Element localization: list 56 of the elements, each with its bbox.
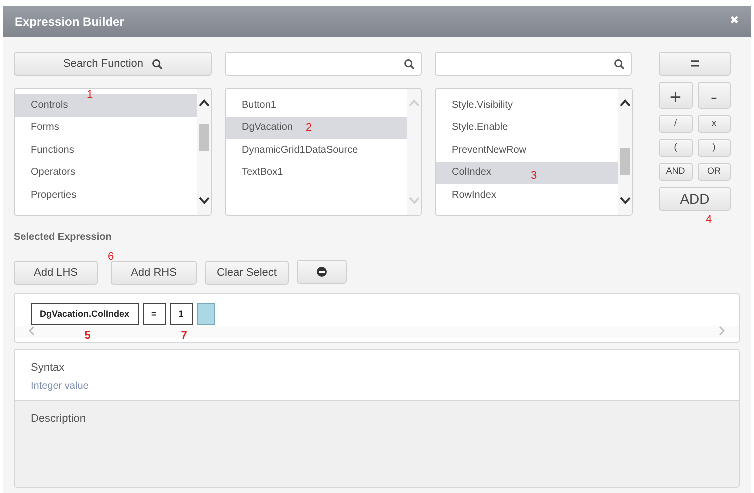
list-item[interactable]: ColIndex 3 xyxy=(436,162,618,184)
search-icon xyxy=(404,58,415,70)
window-title: Expression Builder xyxy=(15,14,124,30)
section-title: Selected Expression xyxy=(14,231,113,245)
description-title: Description xyxy=(31,412,88,428)
operator-button[interactable]: ( xyxy=(659,139,692,157)
operator-button[interactable]: + xyxy=(659,82,692,109)
expression-button[interactable]: Add LHS xyxy=(14,261,98,286)
list-item[interactable]: Style.Visibility xyxy=(436,94,618,116)
operator-button[interactable]: OR xyxy=(698,163,731,181)
list-item[interactable]: Operators xyxy=(15,162,197,184)
list-item[interactable]: Properties xyxy=(15,184,197,206)
list-item[interactable]: TextBox1 xyxy=(226,162,407,184)
operator-button[interactable]: - xyxy=(698,82,731,109)
scroll-right-icon[interactable] xyxy=(719,326,725,336)
list-item[interactable]: Style.Enable xyxy=(436,116,618,139)
operator-button[interactable]: AND xyxy=(659,163,692,181)
callout-number: 5 xyxy=(84,331,91,342)
scroll-up-icon[interactable] xyxy=(620,99,630,107)
operator-button[interactable]: x xyxy=(698,115,731,133)
list-item[interactable]: DgVacation 2 xyxy=(226,116,407,139)
search-field[interactable] xyxy=(225,52,422,76)
minus-circle-icon xyxy=(317,267,327,277)
operator-button[interactable]: ) xyxy=(698,139,731,157)
operator-button[interactable]: / xyxy=(659,115,692,133)
scroll-down-icon[interactable] xyxy=(620,197,630,205)
empty-token[interactable] xyxy=(196,303,215,326)
syntax-title: Syntax xyxy=(31,361,66,376)
list-item[interactable]: Functions xyxy=(15,139,197,162)
scrollbar[interactable] xyxy=(618,89,632,215)
search-icon xyxy=(614,58,625,70)
scrollbar[interactable] xyxy=(197,89,211,215)
expression-button[interactable]: Add RHS xyxy=(111,261,197,286)
operator-button[interactable]: = xyxy=(659,52,731,76)
search-field[interactable] xyxy=(435,52,632,76)
callout-number: 4 xyxy=(706,215,712,226)
scroll-thumb[interactable] xyxy=(199,124,209,150)
list-item[interactable]: PreventNewRow xyxy=(436,139,618,162)
list-item[interactable]: RowIndex xyxy=(436,184,618,206)
callout-number: 6 xyxy=(108,252,114,263)
callout-number: 3 xyxy=(531,170,538,182)
callout-number: 2 xyxy=(306,122,312,134)
callout-number: 7 xyxy=(181,331,188,342)
list-item[interactable]: Button1 xyxy=(226,94,407,116)
remove-button[interactable] xyxy=(297,260,347,284)
scroll-down-icon[interactable] xyxy=(198,197,210,205)
expression-button[interactable]: Clear Select xyxy=(205,261,289,286)
list-item[interactable]: DynamicGrid1DataSource xyxy=(226,139,407,162)
search-function-button[interactable]: Search Function xyxy=(14,52,212,76)
search-icon xyxy=(152,58,163,70)
scroll-thumb[interactable] xyxy=(620,148,630,174)
scroll-up-icon[interactable] xyxy=(198,99,210,107)
scroll-left-icon[interactable] xyxy=(29,326,35,336)
syntax-value: Integer value xyxy=(31,380,90,394)
list-item[interactable]: Forms xyxy=(15,116,197,139)
expression-token[interactable]: = xyxy=(142,303,166,326)
